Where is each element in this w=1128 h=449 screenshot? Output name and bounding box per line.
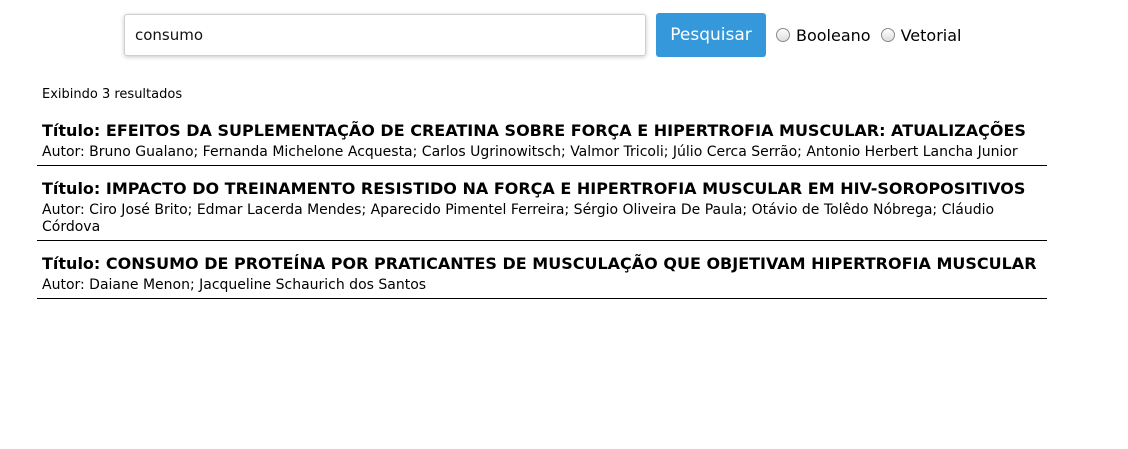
results-list: Título: EFEITOS DA SUPLEMENTAÇÃO DE CREA… — [37, 120, 1047, 311]
result-title: Título: EFEITOS DA SUPLEMENTAÇÃO DE CREA… — [42, 121, 1026, 140]
radio-booleano[interactable]: Booleano — [776, 26, 871, 45]
search-mode-options: Booleano Vetorial — [776, 26, 971, 45]
search-input[interactable] — [124, 14, 646, 56]
search-bar: Pesquisar Booleano Vetorial — [124, 13, 971, 57]
radio-vetorial-label: Vetorial — [900, 25, 962, 45]
radio-vetorial[interactable]: Vetorial — [880, 25, 962, 45]
radio-booleano-label: Booleano — [796, 25, 871, 45]
result-title: Título: CONSUMO DE PROTEÍNA POR PRATICAN… — [42, 254, 1037, 273]
results-count: Exibindo 3 resultados — [42, 87, 183, 102]
result-author: Autor: Bruno Gualano; Fernanda Michelone… — [42, 144, 1018, 160]
result-title: Título: IMPACTO DO TREINAMENTO RESISTIDO… — [42, 179, 1026, 198]
radio-vetorial-circle[interactable] — [880, 28, 895, 42]
result-item: Título: IMPACTO DO TREINAMENTO RESISTIDO… — [37, 178, 1047, 241]
radio-booleano-circle[interactable] — [776, 28, 790, 42]
result-author: Autor: Ciro José Brito; Edmar Lacerda Me… — [42, 202, 995, 235]
result-item: Título: EFEITOS DA SUPLEMENTAÇÃO DE CREA… — [37, 120, 1047, 166]
search-button[interactable]: Pesquisar — [656, 13, 766, 57]
result-item: Título: CONSUMO DE PROTEÍNA POR PRATICAN… — [37, 253, 1047, 299]
result-author: Autor: Daiane Menon; Jacqueline Schauric… — [42, 277, 427, 293]
